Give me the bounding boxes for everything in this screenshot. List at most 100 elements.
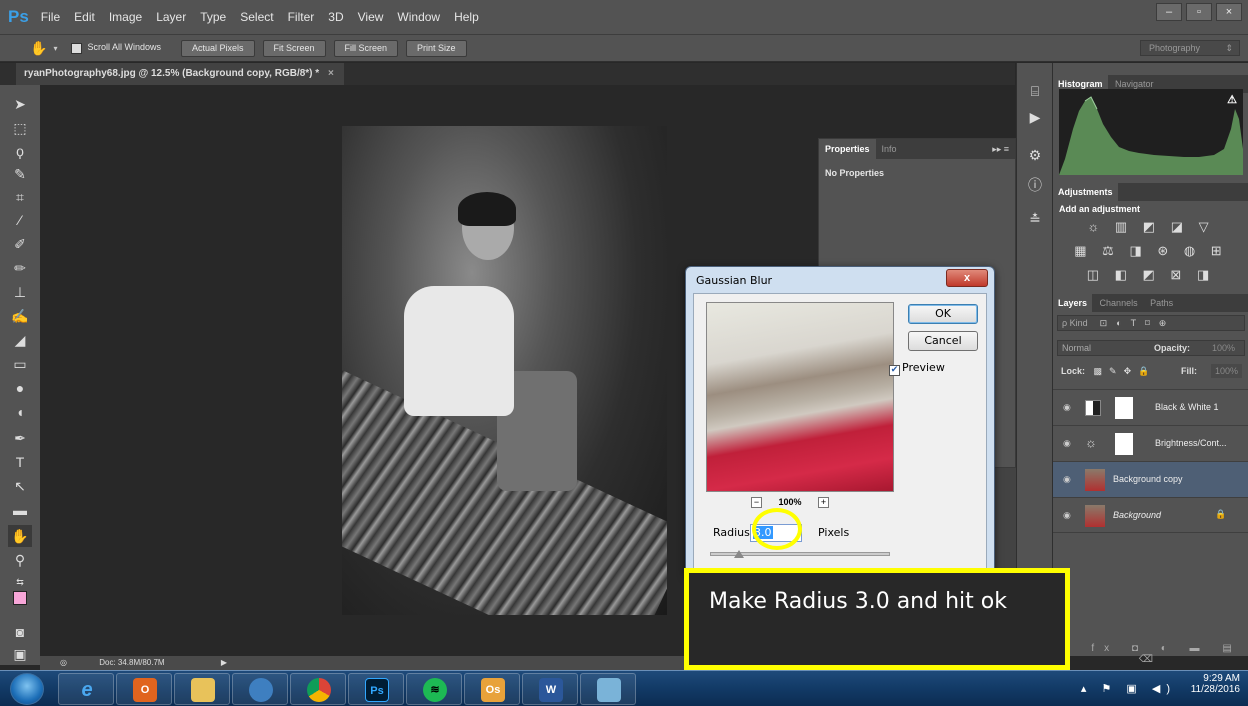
menu-help[interactable]: Help bbox=[454, 10, 479, 24]
history-icon[interactable]: ⌸ bbox=[1026, 83, 1044, 101]
scroll-all-windows-checkbox[interactable]: Scroll All Windows bbox=[71, 42, 161, 54]
pen-tool-icon[interactable]: ✒ bbox=[8, 427, 32, 449]
tool-preset-chevron-icon[interactable]: ▾ bbox=[53, 44, 57, 53]
menu-type[interactable]: Type bbox=[200, 10, 226, 24]
tab-channels[interactable]: Channels bbox=[1095, 294, 1143, 312]
layer-row[interactable]: ◉ Background 🔒 bbox=[1053, 497, 1248, 533]
blur-tool-icon[interactable]: ● bbox=[8, 377, 32, 399]
blend-mode-select[interactable]: Normal bbox=[1062, 343, 1091, 353]
eye-icon[interactable]: ◉ bbox=[1063, 438, 1071, 449]
adjustment-icons-row-3[interactable]: ◫ ◧ ◩ ⊠ ◨ bbox=[1053, 267, 1248, 283]
quick-selection-tool-icon[interactable]: ✎ bbox=[8, 163, 32, 185]
hand-tool-icon[interactable]: ✋ bbox=[30, 40, 47, 57]
file-explorer-icon[interactable] bbox=[174, 673, 230, 705]
start-button-icon[interactable] bbox=[10, 673, 44, 705]
adjustment-icons-row-1[interactable]: ☼ ▥ ◩ ◪ ▽ bbox=[1053, 219, 1248, 235]
swap-colors-icon[interactable]: ⇆ bbox=[8, 571, 32, 593]
menu-file[interactable]: File bbox=[41, 10, 60, 24]
internet-explorer-icon[interactable]: e bbox=[58, 673, 114, 705]
dialog-close-button[interactable]: x bbox=[946, 269, 988, 287]
menu-window[interactable]: Window bbox=[397, 10, 440, 24]
tab-layers[interactable]: Layers bbox=[1053, 294, 1093, 312]
status-menu-arrow-icon[interactable]: ▶ bbox=[221, 658, 227, 667]
workspace-switcher[interactable]: Photography ⇕ bbox=[1140, 40, 1240, 56]
foreground-color-swatch[interactable] bbox=[13, 591, 27, 605]
eyedropper-tool-icon[interactable]: ⁄ bbox=[8, 209, 32, 231]
layer-row[interactable]: ◉ Black & White 1 bbox=[1053, 389, 1248, 425]
fill-screen-button[interactable]: Fill Screen bbox=[333, 39, 399, 57]
crop-tool-icon[interactable]: ⌗ bbox=[8, 186, 32, 208]
layer-row-selected[interactable]: ◉ Background copy bbox=[1053, 461, 1248, 497]
menu-edit[interactable]: Edit bbox=[74, 10, 95, 24]
clock-time[interactable]: 9:29 AM bbox=[1191, 673, 1240, 684]
menu-select[interactable]: Select bbox=[240, 10, 273, 24]
document-image[interactable] bbox=[342, 126, 667, 615]
opacity-input[interactable]: 100% bbox=[1212, 341, 1235, 355]
screen-mode-icon[interactable]: ▣ bbox=[8, 643, 32, 665]
adjustment-icons-row-2[interactable]: ▦ ⚖ ◨ ⊛ ◍ ⊞ bbox=[1053, 243, 1248, 259]
fill-input[interactable]: 100% bbox=[1211, 364, 1243, 378]
menu-3d[interactable]: 3D bbox=[328, 10, 343, 24]
layer-row[interactable]: ◉ ☼ Brightness/Cont... bbox=[1053, 425, 1248, 461]
layer-comps-icon[interactable]: ≛ bbox=[1026, 211, 1044, 229]
restore-button[interactable]: ▫ bbox=[1186, 3, 1212, 21]
dodge-tool-icon[interactable]: ◖ bbox=[8, 401, 32, 423]
panel-menu-icon[interactable]: ▸▸ ≡ bbox=[992, 144, 1009, 155]
print-size-button[interactable]: Print Size bbox=[406, 39, 467, 57]
tab-paths[interactable]: Paths bbox=[1145, 294, 1178, 312]
shape-tool-icon[interactable]: ▬ bbox=[8, 499, 32, 521]
spotify-icon[interactable]: ≋ bbox=[406, 673, 462, 705]
clock-date[interactable]: 11/28/2016 bbox=[1191, 684, 1240, 695]
filter-icons[interactable]: ⊡◐T⌑⊕ bbox=[1100, 318, 1176, 328]
chrome-icon[interactable] bbox=[290, 673, 346, 705]
quick-mask-icon[interactable]: ◙ bbox=[8, 621, 32, 643]
tab-adjustments[interactable]: Adjustments bbox=[1053, 183, 1118, 201]
eye-icon[interactable]: ◉ bbox=[1063, 402, 1071, 413]
properties-icon[interactable]: ⚙ bbox=[1026, 147, 1044, 165]
media-player-icon[interactable] bbox=[232, 673, 288, 705]
document-tab[interactable]: ryanPhotography68.jpg @ 12.5% (Backgroun… bbox=[16, 63, 344, 85]
lock-icons[interactable]: ▩✎✥🔒 bbox=[1094, 366, 1157, 376]
preview-checkbox[interactable]: ✔ Preview bbox=[889, 361, 945, 376]
warning-icon[interactable]: ⚠ bbox=[1227, 93, 1237, 106]
eye-icon[interactable]: ◉ bbox=[1063, 510, 1071, 521]
outlook-icon[interactable]: Os bbox=[464, 673, 520, 705]
menu-image[interactable]: Image bbox=[109, 10, 142, 24]
eye-icon[interactable]: ◉ bbox=[1063, 474, 1071, 485]
path-selection-tool-icon[interactable]: ↖ bbox=[8, 475, 32, 497]
blur-preview-image[interactable] bbox=[706, 302, 894, 492]
tray-icons[interactable]: ▴ ⚑ ▣ ◀) bbox=[1081, 682, 1176, 695]
zoom-tool-icon[interactable]: ⚲ bbox=[8, 549, 32, 571]
actual-pixels-button[interactable]: Actual Pixels bbox=[180, 39, 255, 57]
fit-screen-button[interactable]: Fit Screen bbox=[262, 39, 326, 57]
ok-button[interactable]: OK bbox=[908, 304, 978, 324]
photo-viewer-icon[interactable] bbox=[580, 673, 636, 705]
menu-view[interactable]: View bbox=[358, 10, 384, 24]
photoshop-taskbar-icon[interactable]: Ps bbox=[348, 673, 404, 705]
close-window-button[interactable]: × bbox=[1216, 3, 1242, 21]
cancel-button[interactable]: Cancel bbox=[908, 331, 978, 351]
marquee-tool-icon[interactable]: ⬚ bbox=[8, 117, 32, 139]
close-document-icon[interactable]: × bbox=[328, 68, 334, 79]
brush-tool-icon[interactable]: ✏ bbox=[8, 257, 32, 279]
healing-brush-tool-icon[interactable]: ✐ bbox=[8, 233, 32, 255]
zoom-indicator-icon[interactable]: ◎ bbox=[60, 658, 67, 667]
gradient-tool-icon[interactable]: ▭ bbox=[8, 353, 32, 375]
menu-filter[interactable]: Filter bbox=[288, 10, 315, 24]
type-tool-icon[interactable]: T bbox=[8, 451, 32, 473]
word-icon[interactable]: W bbox=[522, 673, 578, 705]
layers-footer-icons[interactable]: ⊕ fx ◘ ◐ ▬ ▤ ⌫ bbox=[1053, 643, 1248, 665]
zoom-out-button[interactable]: − bbox=[751, 497, 762, 508]
lasso-tool-icon[interactable]: ϙ bbox=[8, 140, 32, 162]
minimize-button[interactable]: – bbox=[1156, 3, 1182, 21]
radius-slider-thumb[interactable] bbox=[734, 550, 744, 558]
clone-stamp-tool-icon[interactable]: ⊥ bbox=[8, 281, 32, 303]
hand-tool-icon[interactable]: ✋ bbox=[8, 525, 32, 547]
move-tool-icon[interactable]: ➤ bbox=[8, 93, 32, 115]
actions-play-icon[interactable]: ▶ bbox=[1026, 109, 1044, 127]
menu-layer[interactable]: Layer bbox=[156, 10, 186, 24]
tab-properties[interactable]: Properties bbox=[819, 139, 876, 159]
history-brush-tool-icon[interactable]: ✍ bbox=[8, 305, 32, 327]
office-icon[interactable]: O bbox=[116, 673, 172, 705]
layer-kind-filter[interactable]: ρ Kind ⊡◐T⌑⊕ bbox=[1057, 315, 1245, 331]
